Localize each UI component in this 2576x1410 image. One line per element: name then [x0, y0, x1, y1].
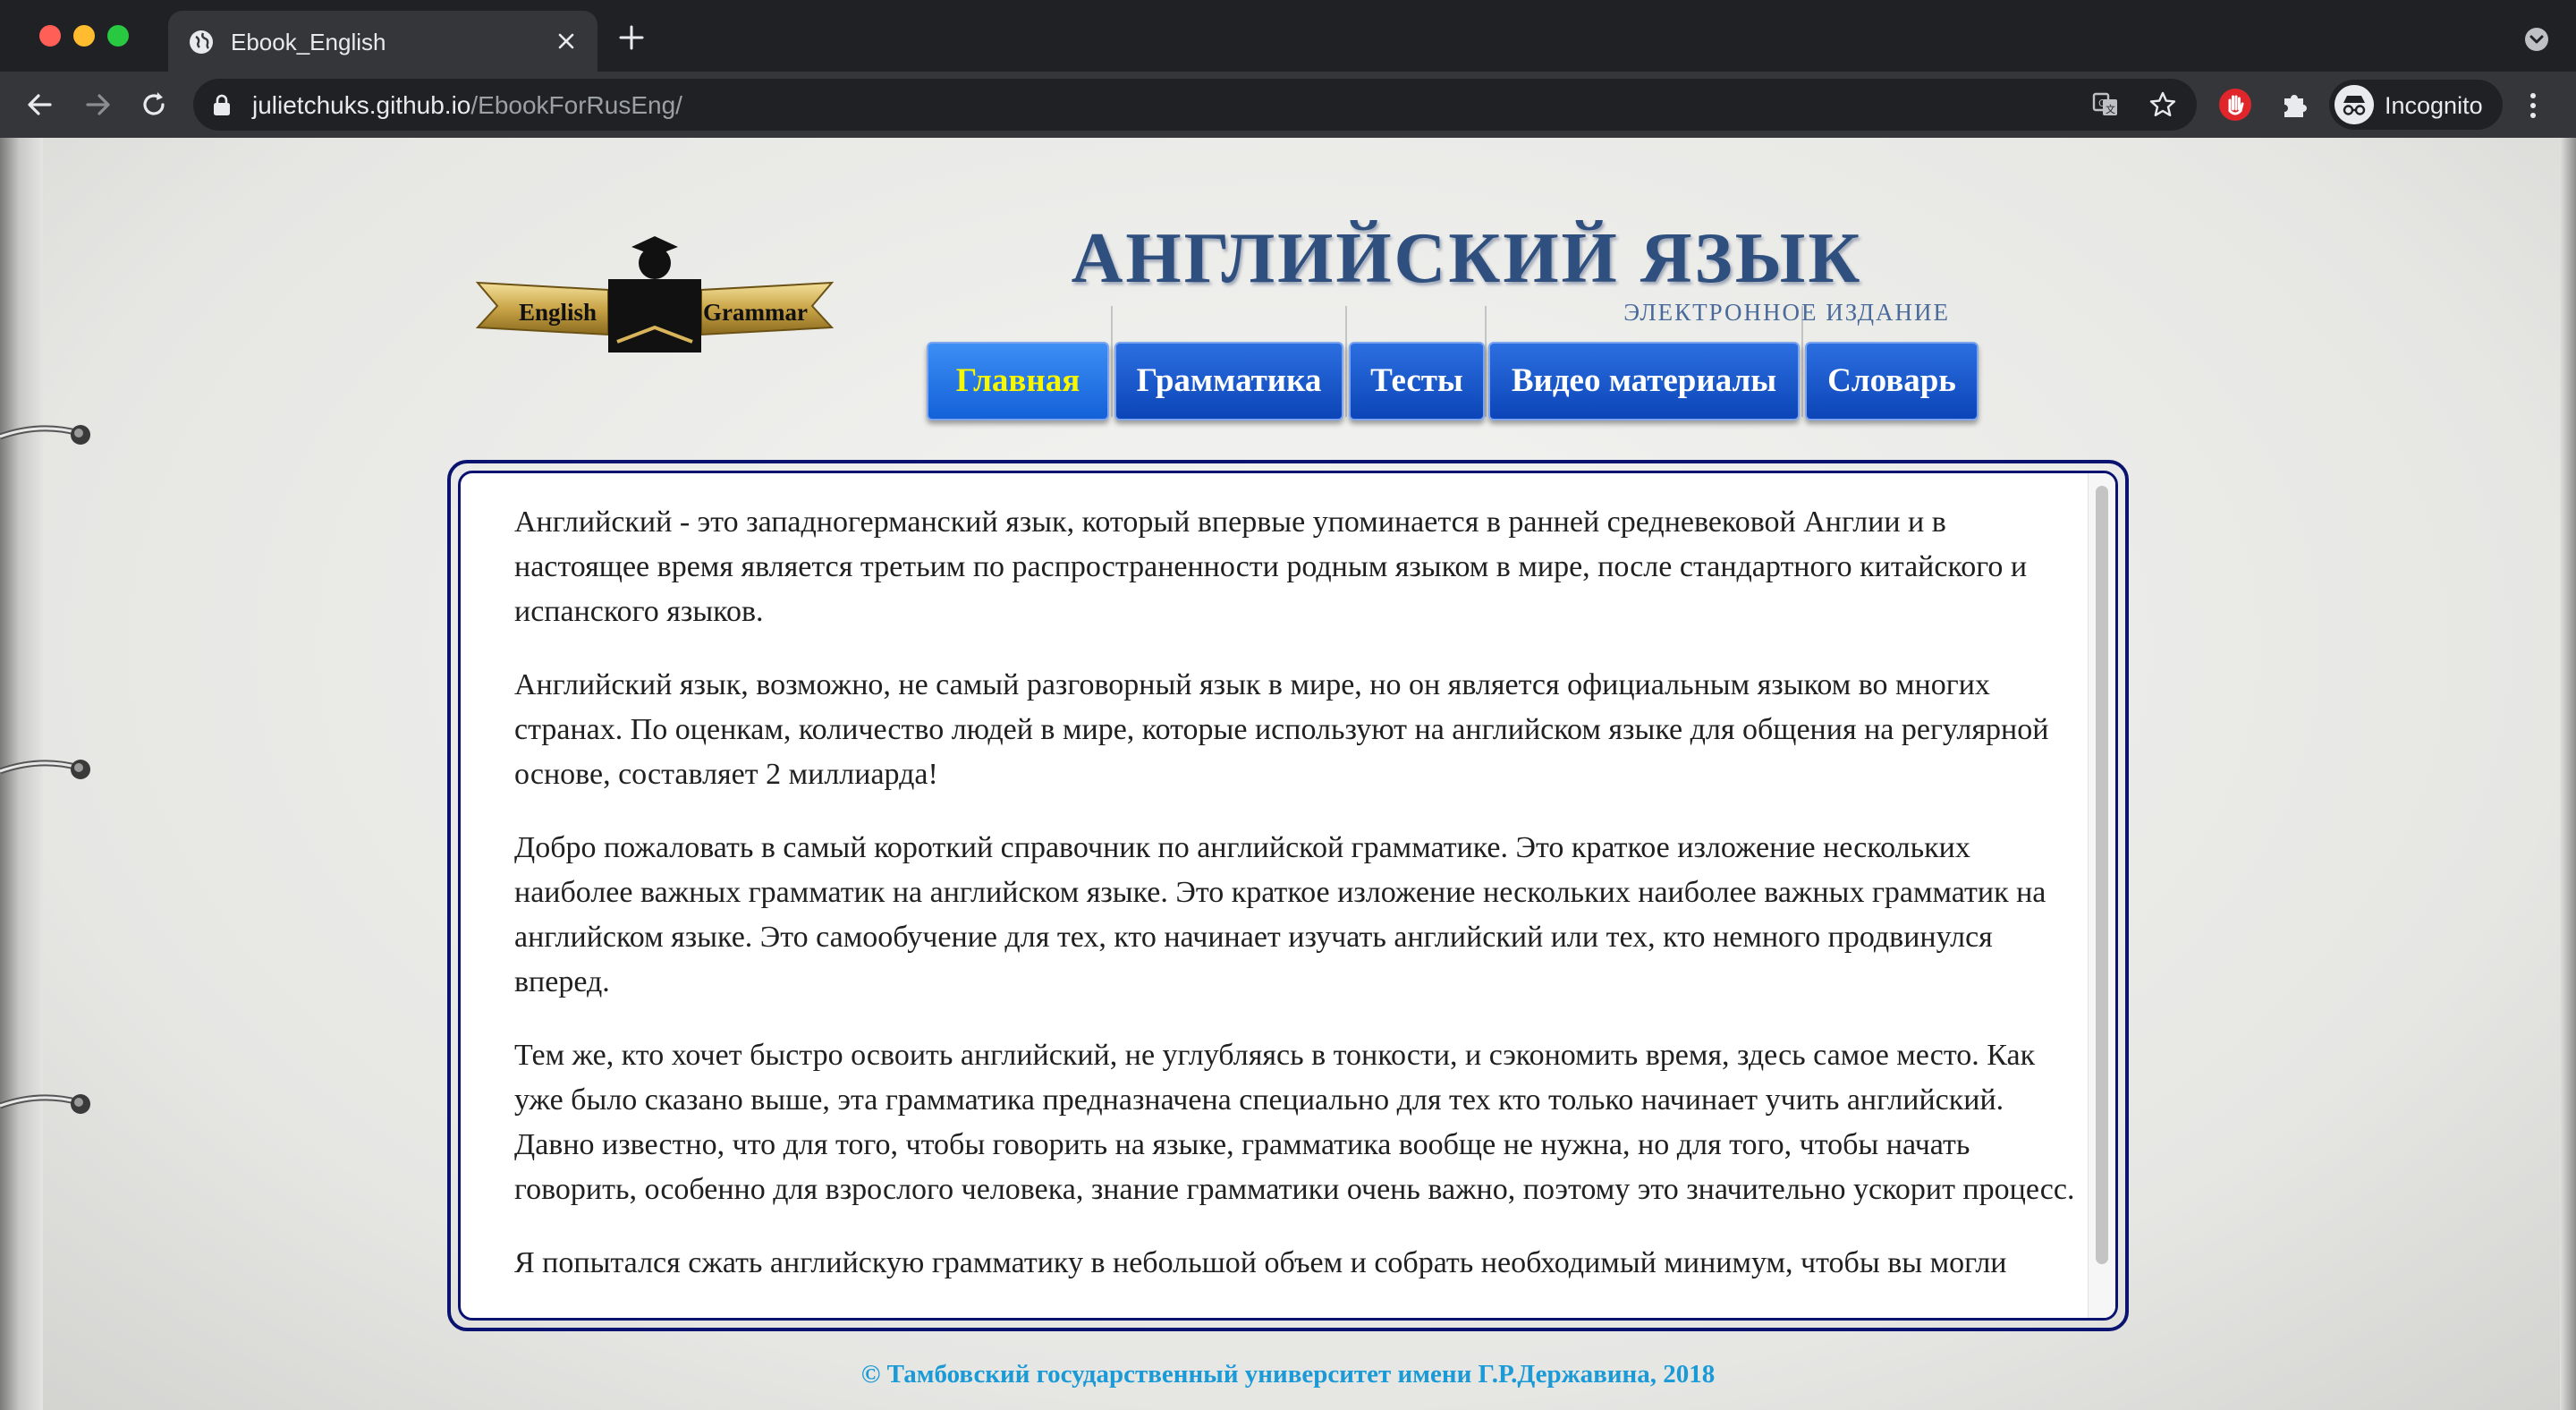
paragraph: Английский - это западногерманский язык,… — [514, 505, 2028, 628]
footer-copyright: © Тамбовский государственный университет… — [860, 1360, 1716, 1389]
paragraph: Добро пожаловать в самый короткий справо… — [514, 831, 2046, 998]
lock-icon[interactable] — [211, 93, 233, 116]
reload-icon[interactable] — [136, 87, 172, 123]
back-arrow-icon[interactable] — [21, 87, 57, 123]
hand-stop-icon[interactable] — [2218, 88, 2252, 122]
binder-ring-icon — [0, 760, 90, 779]
close-window-button[interactable] — [39, 25, 61, 47]
web-page: English Grammar АНГЛИЙСКИЙ ЯЗЫК ЭЛЕКТРОН… — [0, 138, 2576, 1410]
globe-icon — [190, 30, 213, 54]
maximize-window-button[interactable] — [107, 25, 129, 47]
nav-divider — [1345, 306, 1347, 417]
puzzle-icon[interactable] — [2277, 88, 2311, 122]
svg-text:Grammar: Grammar — [703, 299, 808, 326]
url-path: /EbookForRusEng/ — [470, 91, 682, 119]
content-frame: Английский - это западногерманский язык,… — [447, 460, 2129, 1331]
nav-dictionary[interactable]: Словарь — [1805, 342, 1979, 420]
nav-divider — [1801, 306, 1803, 417]
site-subtitle: ЭЛЕКТРОННОЕ ИЗДАНИЕ — [1623, 299, 1950, 326]
paragraph: Тем же, кто хочет быстро освоить английс… — [514, 1039, 2075, 1206]
url-text[interactable]: julietchuks.github.io/EbookForRusEng/ — [252, 91, 682, 120]
incognito-label: Incognito — [2385, 92, 2483, 119]
nav-home[interactable]: Главная — [927, 342, 1109, 420]
close-tab-icon[interactable] — [551, 26, 581, 56]
nav-divider — [1111, 306, 1113, 417]
english-grammar-logo[interactable]: English Grammar — [474, 227, 835, 361]
scrollbar-track[interactable] — [2088, 473, 2115, 1318]
kebab-menu-icon[interactable] — [2524, 89, 2542, 122]
nav-divider — [1485, 306, 1487, 417]
nav-tests[interactable]: Тесты — [1349, 342, 1485, 420]
browser-toolbar: julietchuks.github.io/EbookForRusEng/ G … — [0, 72, 2576, 138]
binder-ring-icon — [0, 425, 90, 445]
tab-strip: Ebook_English — [0, 0, 2576, 72]
tab-title: Ebook_English — [231, 29, 386, 55]
paragraph: Английский язык, возможно, не самый разг… — [514, 668, 2049, 791]
nav-video-materials[interactable]: Видео материалы — [1488, 342, 1800, 420]
forward-arrow-icon[interactable] — [80, 87, 116, 123]
new-tab-icon[interactable] — [617, 23, 646, 52]
star-icon[interactable] — [2148, 90, 2177, 119]
incognito-icon — [2334, 85, 2374, 124]
site-title: АНГЛИЙСКИЙ ЯЗЫК — [1071, 219, 1863, 298]
nav-grammar[interactable]: Грамматика — [1114, 342, 1343, 420]
address-bar[interactable]: julietchuks.github.io/EbookForRusEng/ G … — [193, 79, 2197, 131]
url-host: julietchuks.github.io — [252, 91, 471, 119]
binder-ring-icon — [0, 1094, 90, 1114]
profile-incognito-button[interactable]: Incognito — [2329, 80, 2503, 130]
content-scroll-area[interactable]: Английский - это западногерманский язык,… — [458, 471, 2118, 1321]
paragraph: Я попытался сжать английскую грамматику … — [514, 1246, 2007, 1279]
svg-text:English: English — [519, 299, 597, 326]
tab-search-icon[interactable] — [2524, 27, 2549, 52]
scrollbar-thumb[interactable] — [2096, 486, 2108, 1264]
article-text: Английский - это западногерманский язык,… — [514, 473, 2089, 1314]
browser-tab-active[interactable]: Ebook_English — [168, 11, 597, 72]
translate-icon[interactable]: G 文 — [2091, 90, 2120, 119]
svg-text:文: 文 — [2106, 103, 2115, 115]
minimize-window-button[interactable] — [73, 25, 95, 47]
